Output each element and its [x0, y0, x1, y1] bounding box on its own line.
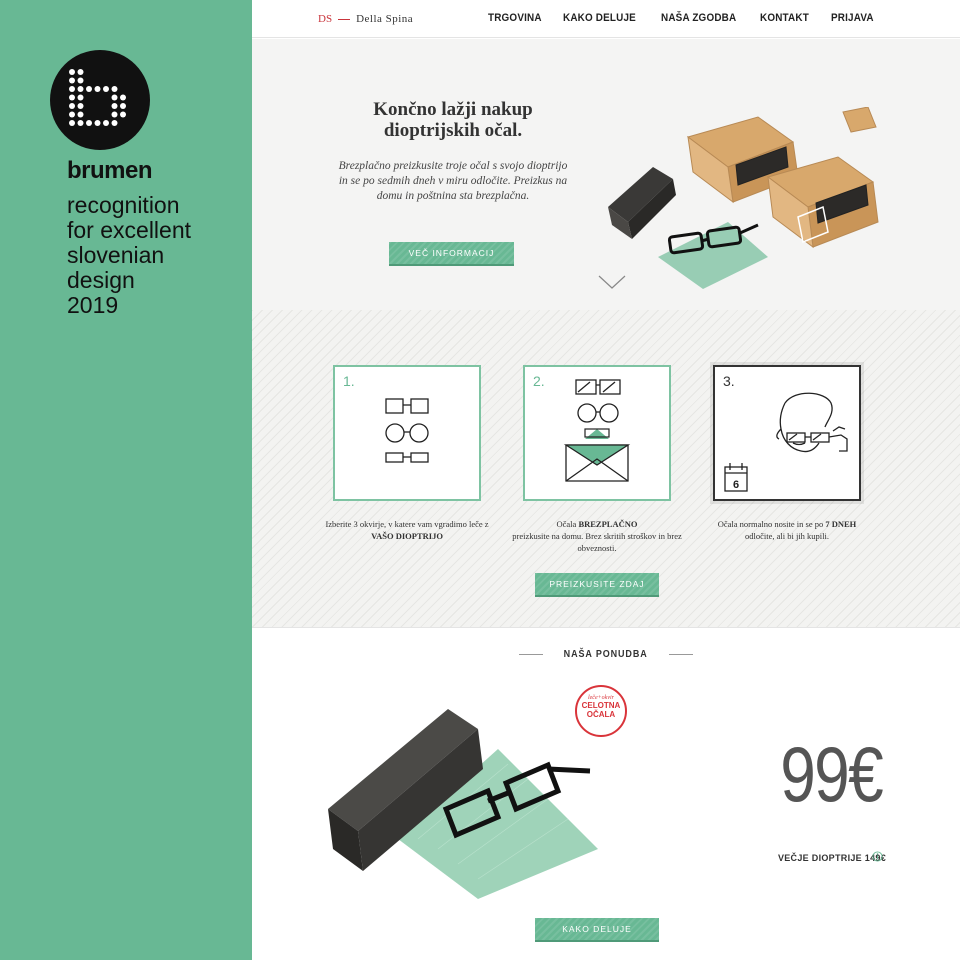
info-icon[interactable]: [872, 851, 883, 862]
person-wearing-glasses-icon: 6: [724, 392, 848, 492]
logo-dot: [77, 69, 84, 75]
logo-dot: [77, 86, 84, 92]
logo-dot: [94, 120, 101, 126]
logo-dot: [111, 103, 118, 109]
step-caption-text: Očala: [556, 519, 577, 529]
award-text: recognition for excellent slovenian desi…: [67, 193, 247, 318]
logo-monogram: DS: [318, 13, 333, 25]
envelope-glasses-icon: [563, 379, 631, 482]
top-nav-bar: DS Della Spina TRGOVINA KAKO DELUJE NAŠA…: [252, 0, 960, 38]
step-caption-2: Očala BREZPLAČNO preizkusite na domu. Br…: [507, 518, 687, 554]
award-line: slovenian: [67, 242, 165, 268]
logo-dot: [69, 94, 75, 101]
award-line: design: [67, 267, 135, 293]
logo-dot: [86, 120, 92, 126]
step-caption-bold: VAŠO DIOPTRIJO: [371, 531, 443, 541]
main-nav: TRGOVINA KAKO DELUJE NAŠA ZGODBA KONTAKT…: [488, 12, 878, 24]
logo-dot: [111, 120, 118, 126]
price: 99€: [780, 730, 883, 818]
glasses-case-image: [328, 709, 598, 899]
logo-dot: [120, 111, 126, 118]
logo-dot: [111, 111, 118, 118]
nav-item-nasa-zgodba[interactable]: NAŠA ZGODBA: [661, 12, 736, 24]
logo-dot: [94, 86, 101, 92]
nav-item-kako-deluje[interactable]: KAKO DELUJE: [563, 12, 636, 24]
logo-dot: [77, 103, 84, 109]
badge-line-1: CELOTNA: [581, 701, 621, 710]
logo-dot: [69, 120, 75, 126]
logo-dot: [77, 94, 84, 101]
glasses-boxes-image: [608, 107, 879, 289]
step-caption-text: preizkusite na domu. Brez skritih strošk…: [512, 531, 682, 553]
logo-dot: [111, 94, 118, 101]
offer-section: NAŠA PONUDBA leče+okvir CELOTNA OČALA 99…: [252, 629, 960, 960]
logo-name: Della Spina: [356, 13, 414, 25]
nav-item-trgovina[interactable]: TRGOVINA: [488, 12, 542, 24]
step-card-1: 1.: [333, 365, 481, 501]
award-brand: brumen: [67, 157, 153, 184]
website: DS Della Spina TRGOVINA KAKO DELUJE NAŠA…: [252, 0, 960, 960]
logo-divider: [338, 18, 351, 20]
logo-dot: [111, 86, 118, 92]
logo-dot: [69, 69, 75, 75]
logo-dot: [69, 111, 75, 118]
logo-dot: [69, 103, 75, 109]
how-it-works-button[interactable]: KAKO DELUJE: [535, 918, 659, 942]
site-logo[interactable]: DS Della Spina: [318, 13, 413, 25]
try-now-button[interactable]: PREIZKUSITE ZDAJ: [535, 573, 659, 597]
heading-divider: [668, 654, 693, 655]
step-caption-bold: 7 DNEH: [825, 519, 857, 529]
logo-dot: [69, 86, 75, 92]
logo-dot: [120, 94, 126, 101]
offer-heading: NAŠA PONUDBA: [252, 649, 960, 660]
logo-dot: [120, 103, 126, 109]
logo-dot: [69, 77, 75, 84]
steps-section: 1. 2. 3. 6 Izberite 3 okvirje, v katere …: [252, 310, 960, 628]
step-card-2: 2.: [523, 365, 671, 501]
heading-divider: [519, 654, 544, 655]
step-card-3: 3. 6: [713, 365, 861, 501]
nav-item-prijava[interactable]: PRIJAVA: [831, 12, 874, 24]
logo-dot: [103, 120, 109, 126]
hero-title: Končno lažji nakup dioptrijskih očal.: [373, 99, 533, 141]
step-caption-text: Očala normalno nosite in se po: [717, 519, 824, 529]
hero-text: Brezplačno preizkusite troje očal s svoj…: [338, 160, 568, 202]
hero-section: Končno lažji nakup dioptrijskih očal. Br…: [252, 39, 960, 310]
brumen-logo-icon: [50, 50, 150, 150]
step-caption-1: Izberite 3 okvirje, v katere vam vgradim…: [317, 518, 497, 542]
scroll-down-chevron-icon[interactable]: [598, 274, 626, 290]
step-caption-bold: BREZPLAČNO: [578, 519, 638, 529]
logo-dot: [103, 86, 109, 92]
logo-dot: [77, 111, 84, 118]
offer-heading-text: NAŠA PONUDBA: [564, 649, 648, 660]
more-info-button[interactable]: VEČ INFORMACIJ: [389, 242, 514, 266]
badge-line-2: OČALA: [586, 710, 616, 719]
logo-dot: [86, 86, 92, 92]
complete-glasses-badge: leče+okvir CELOTNA OČALA: [575, 685, 627, 737]
award-panel: brumen recognition for excellent sloveni…: [0, 0, 252, 960]
award-line: for excellent: [67, 217, 192, 243]
step-caption-3: Očala normalno nosite in se po 7 DNEH od…: [697, 518, 877, 542]
price-note: VEČJE DIOPTRIJE 149€: [777, 853, 886, 863]
calendar-day: 6: [733, 479, 739, 491]
award-line: recognition: [67, 192, 180, 218]
award-line: 2019: [67, 292, 119, 318]
step-caption-text: Izberite 3 okvirje, v katere vam vgradim…: [325, 519, 489, 529]
logo-dot: [77, 120, 84, 126]
nav-item-kontakt[interactable]: KONTAKT: [760, 12, 809, 24]
step-caption-text: odločite, ali bi jih kupili.: [744, 531, 830, 541]
logo-dot: [77, 77, 84, 84]
frames-icon: [385, 398, 429, 463]
